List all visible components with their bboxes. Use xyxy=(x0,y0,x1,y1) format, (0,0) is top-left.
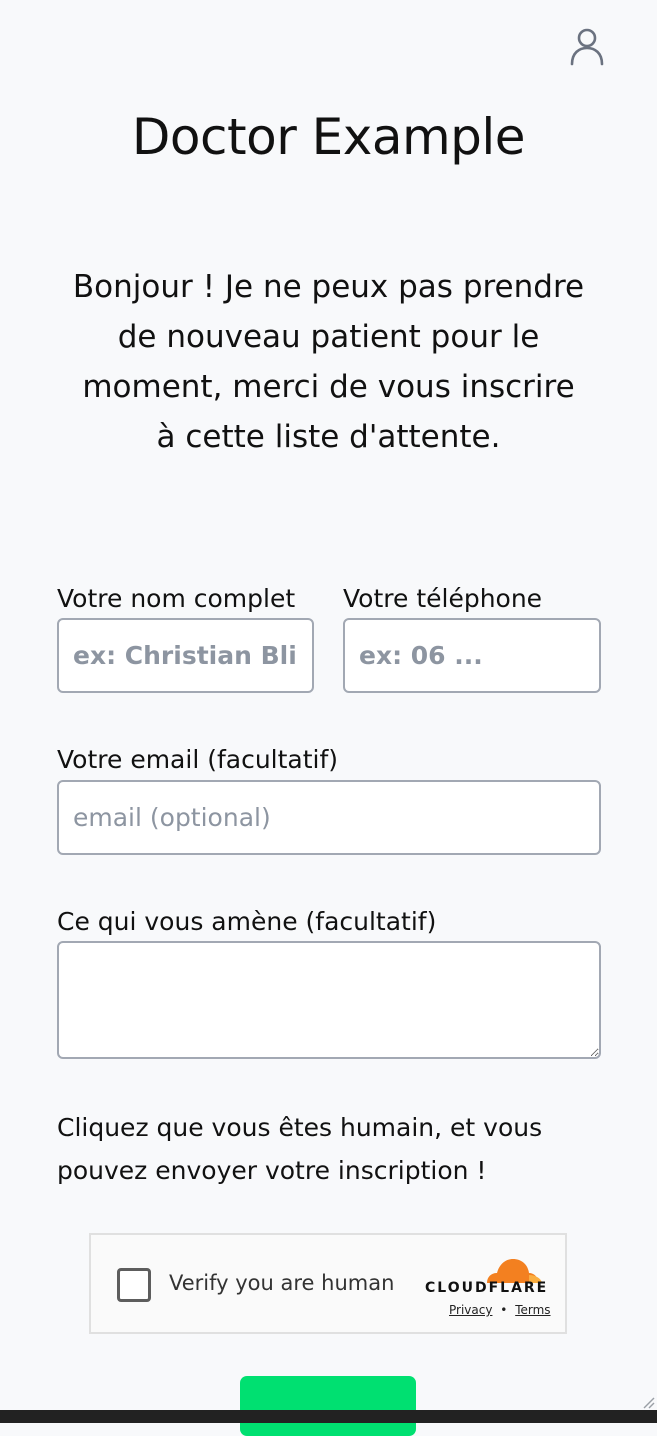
captcha-links: Privacy • Terms xyxy=(449,1303,551,1317)
email-input[interactable] xyxy=(57,780,601,855)
captcha-label: Verify you are human xyxy=(169,1271,395,1295)
captcha-widget: Verify you are human CLOUDFLARE Privacy … xyxy=(89,1233,567,1334)
submit-button[interactable] xyxy=(240,1376,416,1436)
email-label: Votre email (facultatif) xyxy=(57,745,339,774)
name-input[interactable] xyxy=(57,618,314,693)
reason-label: Ce qui vous amène (facultatif) xyxy=(57,907,437,936)
cloudflare-wordmark: CLOUDFLARE xyxy=(425,1280,549,1296)
user-profile-icon xyxy=(570,28,604,66)
privacy-link[interactable]: Privacy xyxy=(449,1303,492,1317)
intro-text: Bonjour ! Je ne peux pas prendre de nouv… xyxy=(72,269,585,455)
bottom-bar xyxy=(0,1410,657,1423)
reason-textarea[interactable] xyxy=(57,941,601,1059)
links-separator: • xyxy=(500,1303,508,1317)
page-title: Doctor Example xyxy=(131,108,526,166)
profile-button[interactable] xyxy=(566,26,608,68)
phone-label: Votre téléphone xyxy=(343,584,543,613)
name-label: Votre nom complet xyxy=(57,584,296,613)
terms-link[interactable]: Terms xyxy=(515,1303,550,1317)
phone-input[interactable] xyxy=(343,618,601,693)
captcha-instructions: Cliquez que vous êtes humain, et vous po… xyxy=(57,1113,543,1185)
captcha-checkbox[interactable] xyxy=(117,1268,151,1302)
resize-grip-icon[interactable] xyxy=(641,1395,655,1409)
